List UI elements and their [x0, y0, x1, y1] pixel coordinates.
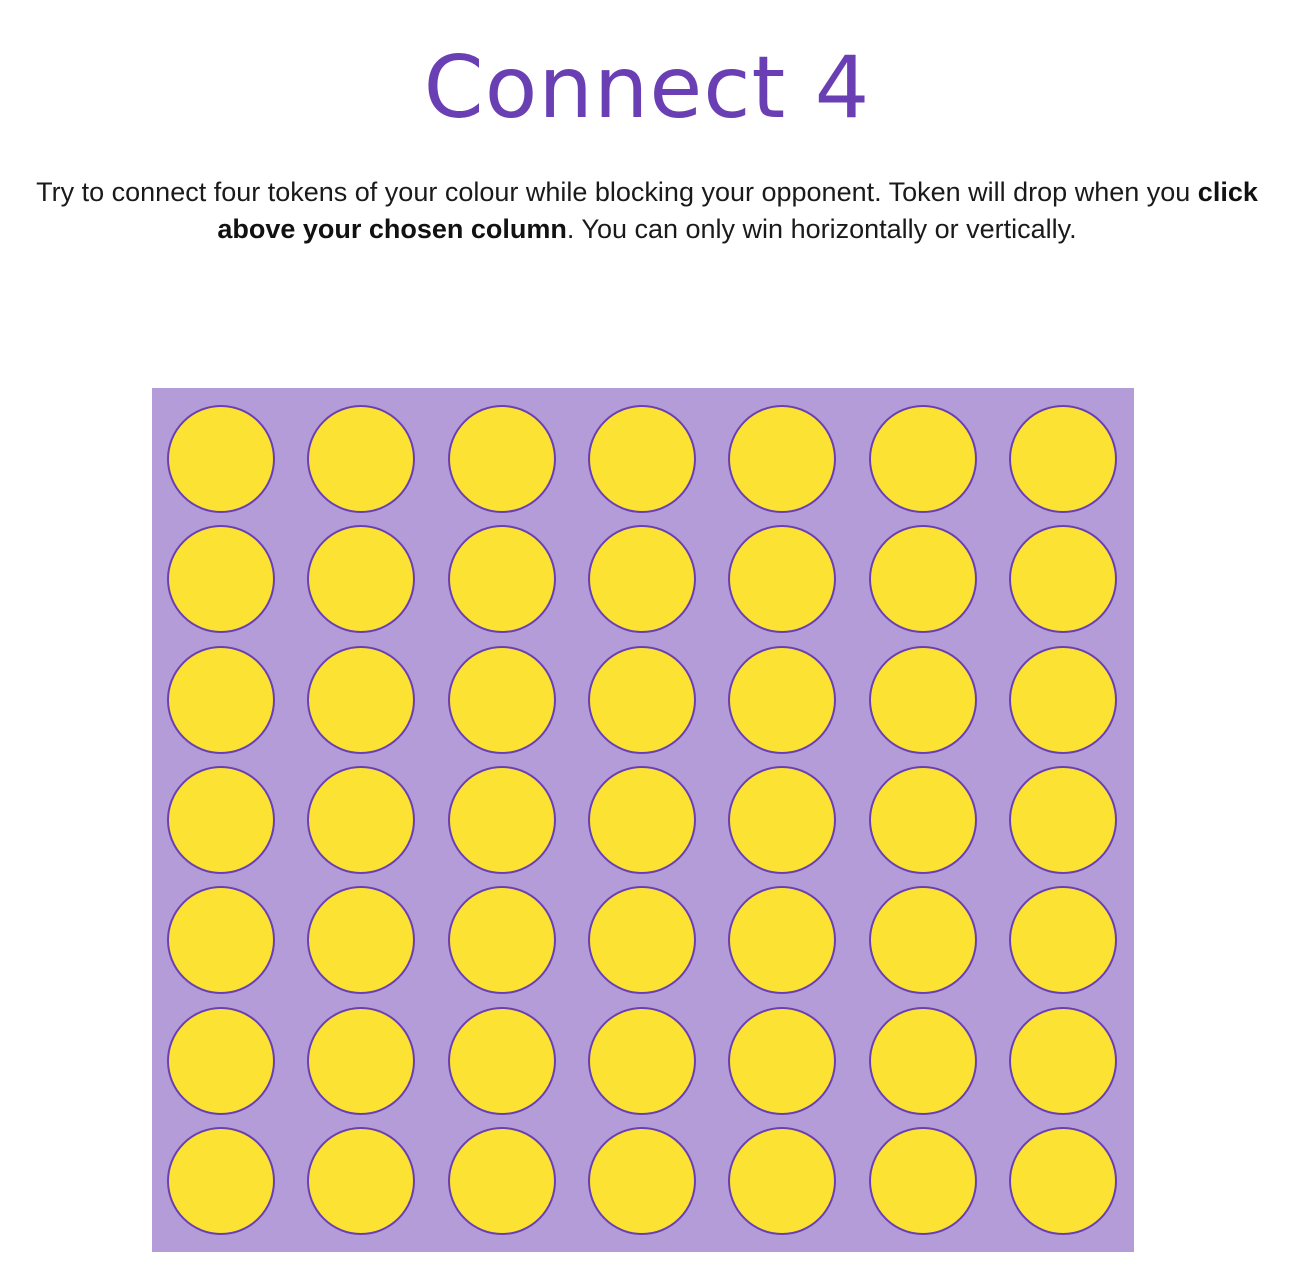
board-slot[interactable]: [728, 766, 836, 874]
board-slot[interactable]: [1009, 886, 1117, 994]
board-slot[interactable]: [728, 646, 836, 754]
board-slot[interactable]: [307, 886, 415, 994]
board-slot[interactable]: [1009, 646, 1117, 754]
board-slot[interactable]: [1009, 405, 1117, 513]
board-slot[interactable]: [448, 646, 556, 754]
board-slot[interactable]: [448, 766, 556, 874]
board-slot[interactable]: [869, 1007, 977, 1115]
board-slot[interactable]: [588, 1007, 696, 1115]
board-slot[interactable]: [167, 766, 275, 874]
board-slot[interactable]: [869, 766, 977, 874]
page: Connect 4 Try to connect four tokens of …: [0, 0, 1294, 1278]
board-slot[interactable]: [869, 1127, 977, 1235]
board-slot[interactable]: [307, 1127, 415, 1235]
board-slot[interactable]: [307, 405, 415, 513]
board-slot[interactable]: [448, 1127, 556, 1235]
board-slot[interactable]: [448, 1007, 556, 1115]
board-slot[interactable]: [869, 525, 977, 633]
instructions-part-2: . You can only win horizontally or verti…: [566, 214, 1077, 244]
board-slot[interactable]: [307, 525, 415, 633]
board-slot[interactable]: [1009, 1007, 1117, 1115]
board-slot[interactable]: [167, 1127, 275, 1235]
board-slot[interactable]: [167, 525, 275, 633]
board-slot[interactable]: [869, 886, 977, 994]
instructions-text: Try to connect four tokens of your colou…: [0, 174, 1294, 248]
board-slot[interactable]: [869, 405, 977, 513]
board-slot[interactable]: [448, 525, 556, 633]
board-slot[interactable]: [448, 886, 556, 994]
board-slot[interactable]: [167, 646, 275, 754]
board-slot[interactable]: [1009, 766, 1117, 874]
board-slot[interactable]: [588, 646, 696, 754]
instructions-part-1: Try to connect four tokens of your colou…: [36, 177, 1198, 207]
board-slot[interactable]: [869, 646, 977, 754]
board-slot[interactable]: [307, 646, 415, 754]
board-slot[interactable]: [448, 405, 556, 513]
board-slot[interactable]: [728, 525, 836, 633]
board-slot[interactable]: [728, 405, 836, 513]
board-slot[interactable]: [167, 1007, 275, 1115]
board-slot[interactable]: [307, 766, 415, 874]
board-slot[interactable]: [1009, 525, 1117, 633]
board-slot[interactable]: [167, 886, 275, 994]
board-slot[interactable]: [167, 405, 275, 513]
board-slot[interactable]: [1009, 1127, 1117, 1235]
game-board[interactable]: [152, 388, 1134, 1252]
board-slot[interactable]: [588, 886, 696, 994]
board-slot[interactable]: [588, 405, 696, 513]
board-slot[interactable]: [588, 766, 696, 874]
board-slot[interactable]: [728, 1127, 836, 1235]
page-title: Connect 4: [423, 38, 871, 138]
board-slot[interactable]: [307, 1007, 415, 1115]
board-slot[interactable]: [728, 1007, 836, 1115]
board-slot[interactable]: [728, 886, 836, 994]
board-slot[interactable]: [588, 525, 696, 633]
board-slot[interactable]: [588, 1127, 696, 1235]
